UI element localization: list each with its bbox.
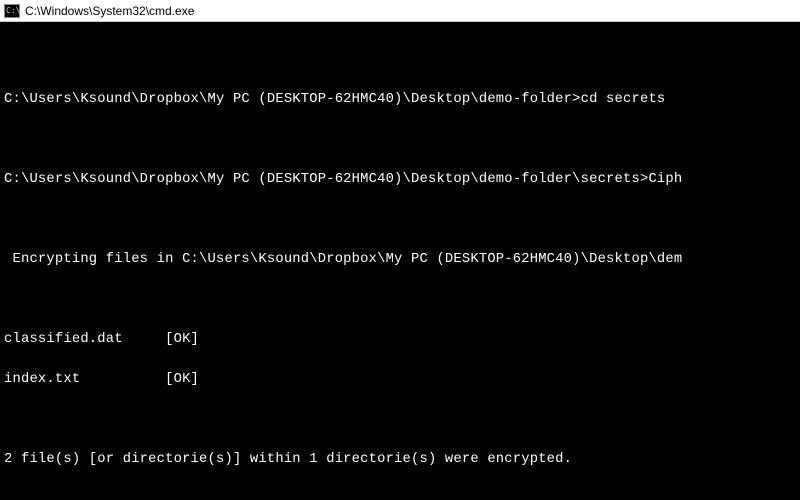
terminal-line: Encrypting files in C:\Users\Ksound\Drop… — [4, 250, 792, 270]
terminal-line — [4, 410, 792, 430]
titlebar[interactable]: C:\. C:\Windows\System32\cmd.exe — [0, 0, 800, 22]
terminal-output[interactable]: C:\Users\Ksound\Dropbox\My PC (DESKTOP-6… — [0, 22, 800, 500]
cmd-icon: C:\. — [4, 4, 20, 18]
terminal-line — [4, 130, 792, 150]
summary-line: 2 file(s) [or directorie(s)] within 1 di… — [4, 450, 792, 470]
terminal-line — [4, 290, 792, 310]
prompt: C:\Users\Ksound\Dropbox\My PC (DESKTOP-6… — [4, 172, 648, 187]
terminal-line — [4, 210, 792, 230]
command-text: Ciph — [648, 172, 682, 187]
terminal-line: C:\Users\Ksound\Dropbox\My PC (DESKTOP-6… — [4, 90, 792, 110]
file-status-line: classified.dat [OK] — [4, 330, 792, 350]
cmd-window: C:\. C:\Windows\System32\cmd.exe C:\User… — [0, 0, 800, 500]
prompt: C:\Users\Ksound\Dropbox\My PC (DESKTOP-6… — [4, 92, 581, 107]
file-status-line: index.txt [OK] — [4, 370, 792, 390]
command-text: cd secrets — [581, 92, 666, 107]
terminal-line — [4, 490, 792, 500]
terminal-line: C:\Users\Ksound\Dropbox\My PC (DESKTOP-6… — [4, 170, 792, 190]
window-title: C:\Windows\System32\cmd.exe — [25, 4, 194, 18]
